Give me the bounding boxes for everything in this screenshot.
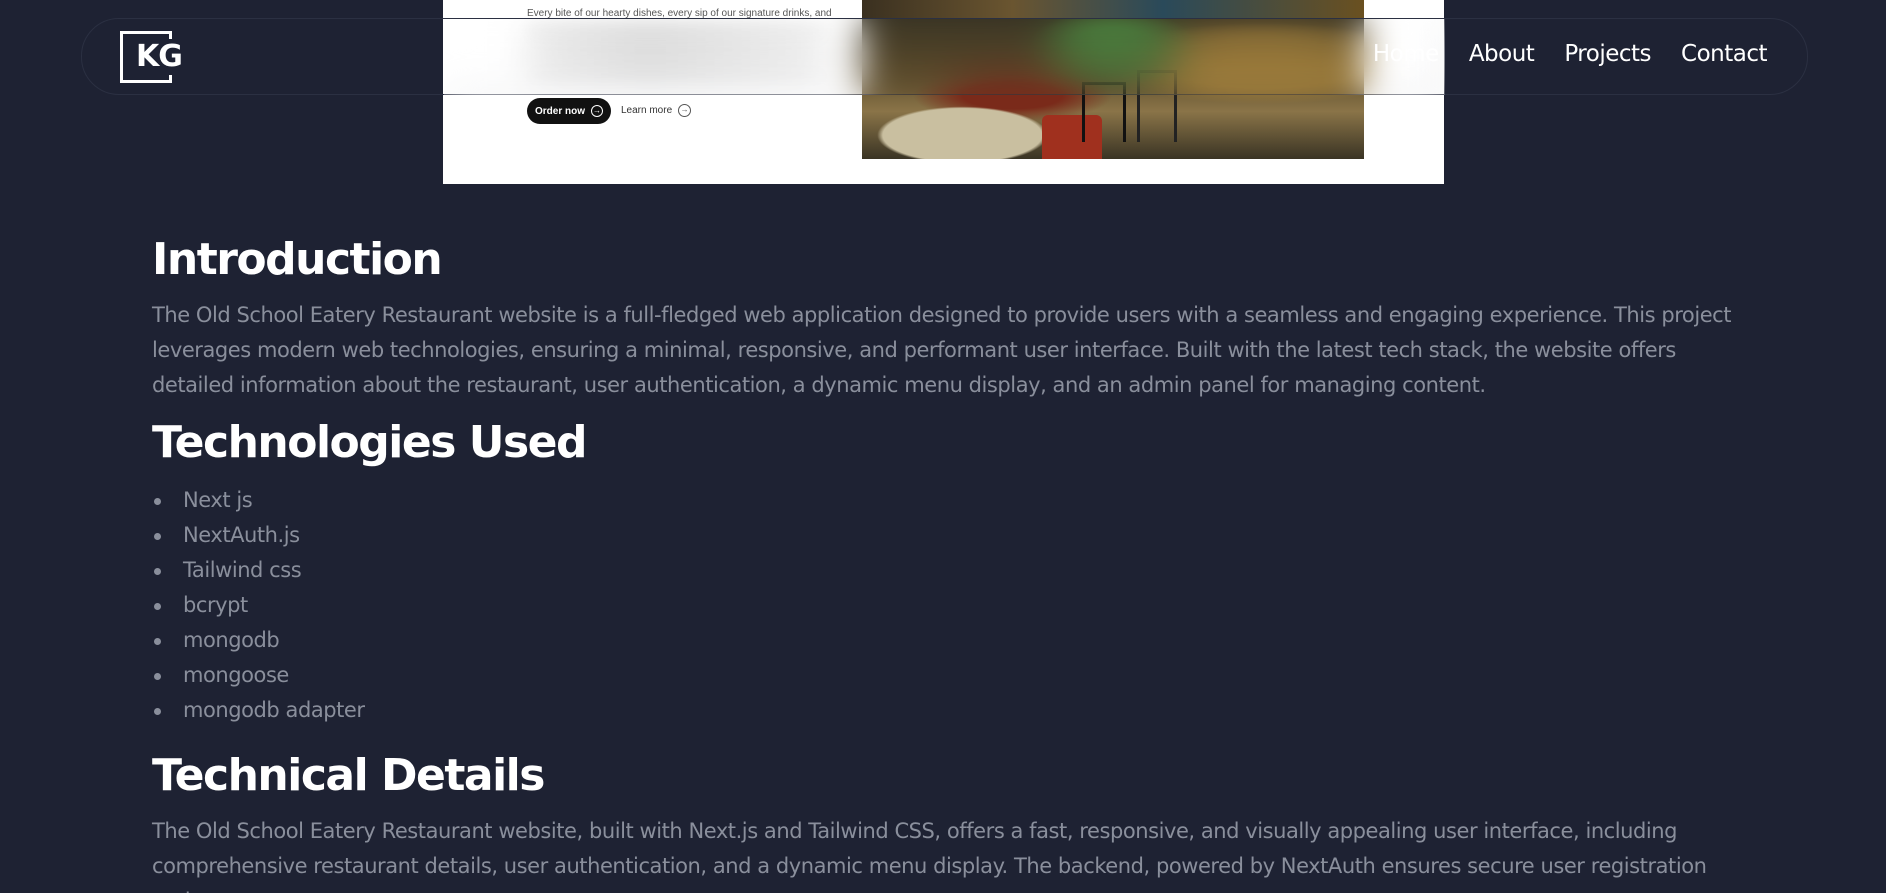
list-item: NextAuth.js [152,518,1752,553]
navbar: KG Home About Projects Contact [81,18,1808,95]
screenshot-learn-more-label: Learn more [621,105,673,116]
list-item: mongoose [152,658,1752,693]
technical-details-text: The Old School Eatery Restaurant website… [152,819,1707,893]
technologies-section: Technologies Used Next js NextAuth.js Ta… [152,413,1752,728]
nav-link-contact[interactable]: Contact [1681,41,1767,67]
screenshot-learn-more-button: Learn more → [621,104,692,117]
introduction-text: The Old School Eatery Restaurant website… [152,303,1732,397]
nav-link-home[interactable]: Home [1373,41,1439,67]
technical-details-heading: Technical Details [152,750,545,801]
introduction-section: Introduction The Old School Eatery Resta… [152,230,1752,403]
nav-link-about[interactable]: About [1469,41,1535,67]
list-item: Tailwind css [152,553,1752,588]
list-item: Next js [152,483,1752,518]
screenshot-order-now-button: Order now → [527,98,611,124]
list-item: bcrypt [152,588,1752,623]
arrow-right-icon: → [678,104,692,117]
nav-link-projects[interactable]: Projects [1564,41,1651,67]
logo-text: KG [132,39,184,75]
nav-links: Home About Projects Contact [1373,41,1768,67]
navbar-frosted-backdrop [444,19,1445,95]
introduction-heading: Introduction [152,234,443,285]
technologies-heading: Technologies Used [152,417,587,468]
list-item: mongodb [152,623,1752,658]
arrow-right-icon: → [591,105,603,117]
project-content: Introduction The Old School Eatery Resta… [152,230,1752,893]
list-item: mongodb adapter [152,693,1752,728]
site-logo[interactable]: KG [120,31,190,83]
technologies-list: Next js NextAuth.js Tailwind css bcrypt … [152,483,1752,728]
screenshot-order-now-label: Order now [534,105,585,117]
technical-details-section: Technical Details The Old School Eatery … [152,746,1752,893]
